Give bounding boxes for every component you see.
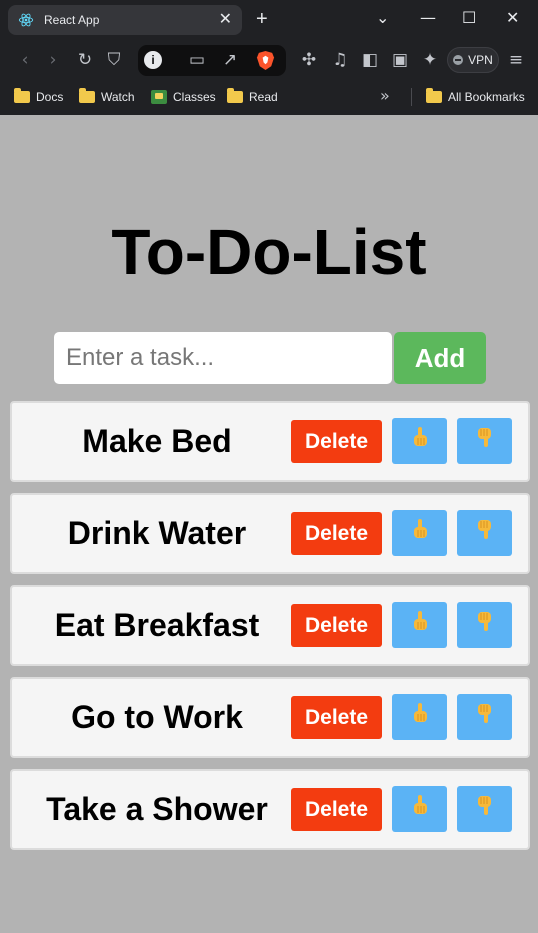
folder-icon [79,88,95,103]
extensions-icon[interactable]: ✣ [298,49,320,71]
bookmark-docs[interactable]: Docs [14,88,63,106]
move-up-button[interactable] [392,694,447,740]
bookmarks-divider [411,88,412,106]
bookmark-label: Read [249,90,278,104]
move-up-button[interactable] [392,418,447,464]
task-name: Go to Work [71,699,243,735]
vpn-button[interactable]: VPN [447,47,499,73]
move-up-button[interactable] [392,602,447,648]
delete-button[interactable]: Delete [291,604,382,647]
pointing-down-hand-icon [477,612,491,631]
task-name: Drink Water [67,515,247,551]
pointing-up-hand-icon [413,611,427,630]
move-down-button[interactable] [457,694,512,740]
bookmark-icon[interactable]: ⛉ [103,49,125,71]
move-down-button[interactable] [457,786,512,832]
leo-ai-icon[interactable]: ✦ [419,49,441,71]
tab-search-chevron-icon[interactable]: ⌄ [376,8,389,28]
browser-chrome: React App ✕ + ⌄ — ☐ ✕ ‹ › ↻ ⛉ i ▭ ↗ ✣ ♫ … [0,0,538,115]
task-row: Make Bed Delete [10,401,530,482]
move-up-button[interactable] [392,510,447,556]
close-tab-icon[interactable]: ✕ [219,12,232,28]
bookmark-classes[interactable]: Classes [151,88,216,106]
folder-icon [227,88,243,103]
site-info-icon[interactable]: i [144,51,162,69]
folder-icon [14,88,30,103]
delete-button[interactable]: Delete [291,512,382,555]
move-down-button[interactable] [457,418,512,464]
pointing-up-hand-icon [413,427,427,446]
all-bookmarks-label: All Bookmarks [448,90,525,104]
pointing-up-hand-icon [413,795,427,814]
task-input[interactable] [54,332,392,384]
delete-button[interactable]: Delete [291,788,382,831]
vpn-status-icon [453,55,464,65]
page-title: To-Do-List [111,216,427,288]
tab-title: React App [44,13,100,27]
tab-react-app[interactable]: React App ✕ [8,5,242,35]
media-icon[interactable]: ♫ [329,49,351,71]
close-window-icon[interactable]: ✕ [506,8,519,28]
minimize-icon[interactable]: — [420,8,436,28]
pointing-up-hand-icon [413,703,427,722]
brave-shields-icon[interactable] [256,50,275,71]
task-name: Eat Breakfast [54,607,260,643]
pointing-up-hand-icon [413,519,427,538]
wallet-icon[interactable]: ▣ [389,49,411,71]
share-icon[interactable]: ↗ [219,49,241,71]
bookmark-watch[interactable]: Watch [79,88,135,106]
reload-icon[interactable]: ↻ [74,49,96,71]
task-row: Eat Breakfast Delete [10,585,530,666]
forward-icon[interactable]: › [42,49,64,71]
delete-button[interactable]: Delete [291,696,382,739]
pointing-down-hand-icon [477,520,491,539]
cast-icon[interactable]: ▭ [186,49,208,71]
move-up-button[interactable] [392,786,447,832]
new-tab-button[interactable]: + [256,9,268,29]
move-down-button[interactable] [457,602,512,648]
menu-icon[interactable]: ≡ [505,49,527,71]
pointing-down-hand-icon [477,796,491,815]
folder-icon [426,88,442,103]
move-down-button[interactable] [457,510,512,556]
bookmark-label: Docs [36,90,64,104]
bookmark-read[interactable]: Read [227,88,278,106]
bookmark-label: Classes [173,90,216,104]
more-bookmarks-icon[interactable]: » [380,86,390,105]
task-row: Go to Work Delete [10,677,530,758]
classes-icon [151,90,167,104]
react-logo-icon [18,13,34,27]
add-button[interactable]: Add [394,332,486,384]
pointing-down-hand-icon [477,428,491,447]
all-bookmarks[interactable]: All Bookmarks [426,88,525,106]
back-icon[interactable]: ‹ [14,49,36,71]
sidebar-icon[interactable]: ◧ [359,49,381,71]
delete-button[interactable]: Delete [291,420,382,463]
pointing-down-hand-icon [477,704,491,723]
vpn-label: VPN [468,53,493,67]
bookmark-label: Watch [101,90,135,104]
task-row: Drink Water Delete [10,493,530,574]
maximize-icon[interactable]: ☐ [462,8,476,28]
task-row: Take a Shower Delete [10,769,530,850]
task-name: Take a Shower [46,791,268,827]
task-name: Make Bed [82,423,232,459]
